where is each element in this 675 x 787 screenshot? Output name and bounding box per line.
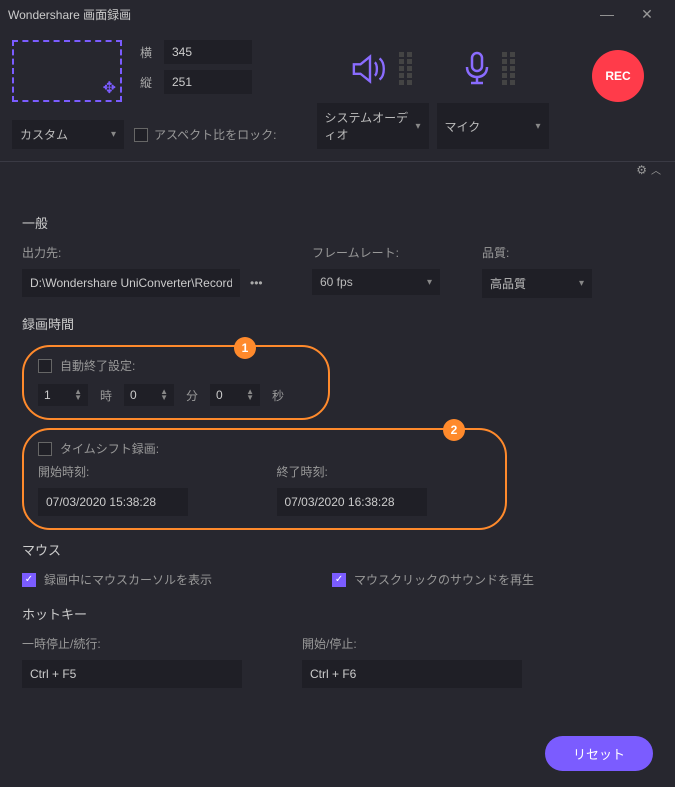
width-label: 横 [140,44,156,61]
height-label: 縦 [140,74,156,91]
timeshift-checkbox[interactable] [38,442,52,456]
gear-icon[interactable]: ⚙ [636,163,647,177]
show-cursor-checkbox[interactable]: ✓ [22,573,36,587]
reset-button[interactable]: リセット [545,736,653,771]
chevron-down-icon: ▾ [579,278,584,289]
section-general: 一般 [22,213,653,232]
secs-spinner[interactable]: 0 ▲▼ [210,384,260,406]
hours-unit: 時 [100,387,112,404]
secs-value: 0 [216,388,223,402]
startstop-hotkey-label: 開始/停止: [302,635,522,652]
close-button[interactable]: ✕ [627,6,667,23]
end-time-input[interactable] [277,488,427,516]
browse-button[interactable]: ••• [244,276,269,290]
callout-1: 1 自動終了設定: 1 ▲▼ 時 0 ▲▼ 分 0 ▲▼ 秒 [22,345,330,420]
auto-stop-row[interactable]: 自動終了設定: [38,357,314,374]
callout-badge-2: 2 [443,419,465,441]
capture-area-box[interactable]: ✥ [12,40,122,102]
startstop-hotkey-input[interactable] [302,660,522,688]
callout-badge-1: 1 [234,337,256,359]
timeshift-row[interactable]: タイムシフト録画: [38,440,491,457]
chevron-down-icon: ▾ [111,129,116,140]
mins-unit: 分 [186,387,198,404]
secs-unit: 秒 [272,387,284,404]
window-title: Wondershare 画面録画 [8,6,587,23]
aspect-lock-row[interactable]: アスペクト比をロック: [134,126,277,143]
show-cursor-label: 録画中にマウスカーソルを表示 [44,571,212,588]
stepper-arrows-icon[interactable]: ▲▼ [160,389,168,401]
area-mode-value: カスタム [20,126,68,143]
callout-2: 2 タイムシフト録画: 開始時刻: 終了時刻: [22,428,507,530]
mins-value: 0 [130,388,137,402]
system-audio-meter [399,52,412,85]
section-rectime: 録画時間 [22,314,653,333]
mic-meter [502,52,515,85]
pause-hotkey-input[interactable] [22,660,242,688]
system-audio-select[interactable]: システムオーディオ ▾ [317,103,429,149]
move-icon: ✥ [103,78,116,98]
hours-spinner[interactable]: 1 ▲▼ [38,384,88,406]
output-path-input[interactable] [22,269,240,297]
microphone-icon[interactable] [462,51,492,87]
height-input[interactable] [164,70,252,94]
timeshift-label: タイムシフト録画: [60,440,159,457]
framerate-label: フレームレート: [312,244,452,261]
stepper-arrows-icon[interactable]: ▲▼ [74,389,82,401]
end-time-label: 終了時刻: [277,463,492,480]
stepper-arrows-icon[interactable]: ▲▼ [246,389,254,401]
framerate-value: 60 fps [320,275,353,289]
output-label: 出力先: [22,244,282,261]
chevron-down-icon: ▾ [415,121,420,132]
auto-stop-checkbox[interactable] [38,359,52,373]
quality-label: 品質: [482,244,602,261]
quality-select[interactable]: 高品質 ▾ [482,269,592,298]
minimize-button[interactable]: — [587,6,627,22]
system-audio-value: システムオーディオ [325,109,416,143]
section-hotkey: ホットキー [22,604,653,623]
aspect-lock-label: アスペクト比をロック: [154,126,277,143]
hours-value: 1 [44,388,51,402]
speaker-icon[interactable] [351,52,389,86]
framerate-select[interactable]: 60 fps ▾ [312,269,440,295]
area-mode-select[interactable]: カスタム ▾ [12,120,124,149]
chevron-down-icon: ▾ [427,277,432,288]
aspect-lock-checkbox[interactable] [134,128,148,142]
record-button[interactable]: REC [592,50,644,102]
start-time-input[interactable] [38,488,188,516]
pause-hotkey-label: 一時停止/続行: [22,635,242,652]
section-mouse: マウス [22,540,653,559]
mic-select[interactable]: マイク ▾ [437,103,549,149]
mins-spinner[interactable]: 0 ▲▼ [124,384,174,406]
quality-value: 高品質 [490,275,526,292]
click-sound-label: マウスクリックのサウンドを再生 [354,571,534,588]
show-cursor-row[interactable]: ✓ 録画中にマウスカーソルを表示 [22,571,212,588]
auto-stop-label: 自動終了設定: [60,357,135,374]
mic-value: マイク [445,118,481,135]
width-input[interactable] [164,40,252,64]
start-time-label: 開始時刻: [38,463,253,480]
chevron-down-icon: ▾ [535,121,540,132]
click-sound-row[interactable]: ✓ マウスクリックのサウンドを再生 [332,571,534,588]
click-sound-checkbox[interactable]: ✓ [332,573,346,587]
collapse-icon[interactable]: ︿ [651,162,661,177]
